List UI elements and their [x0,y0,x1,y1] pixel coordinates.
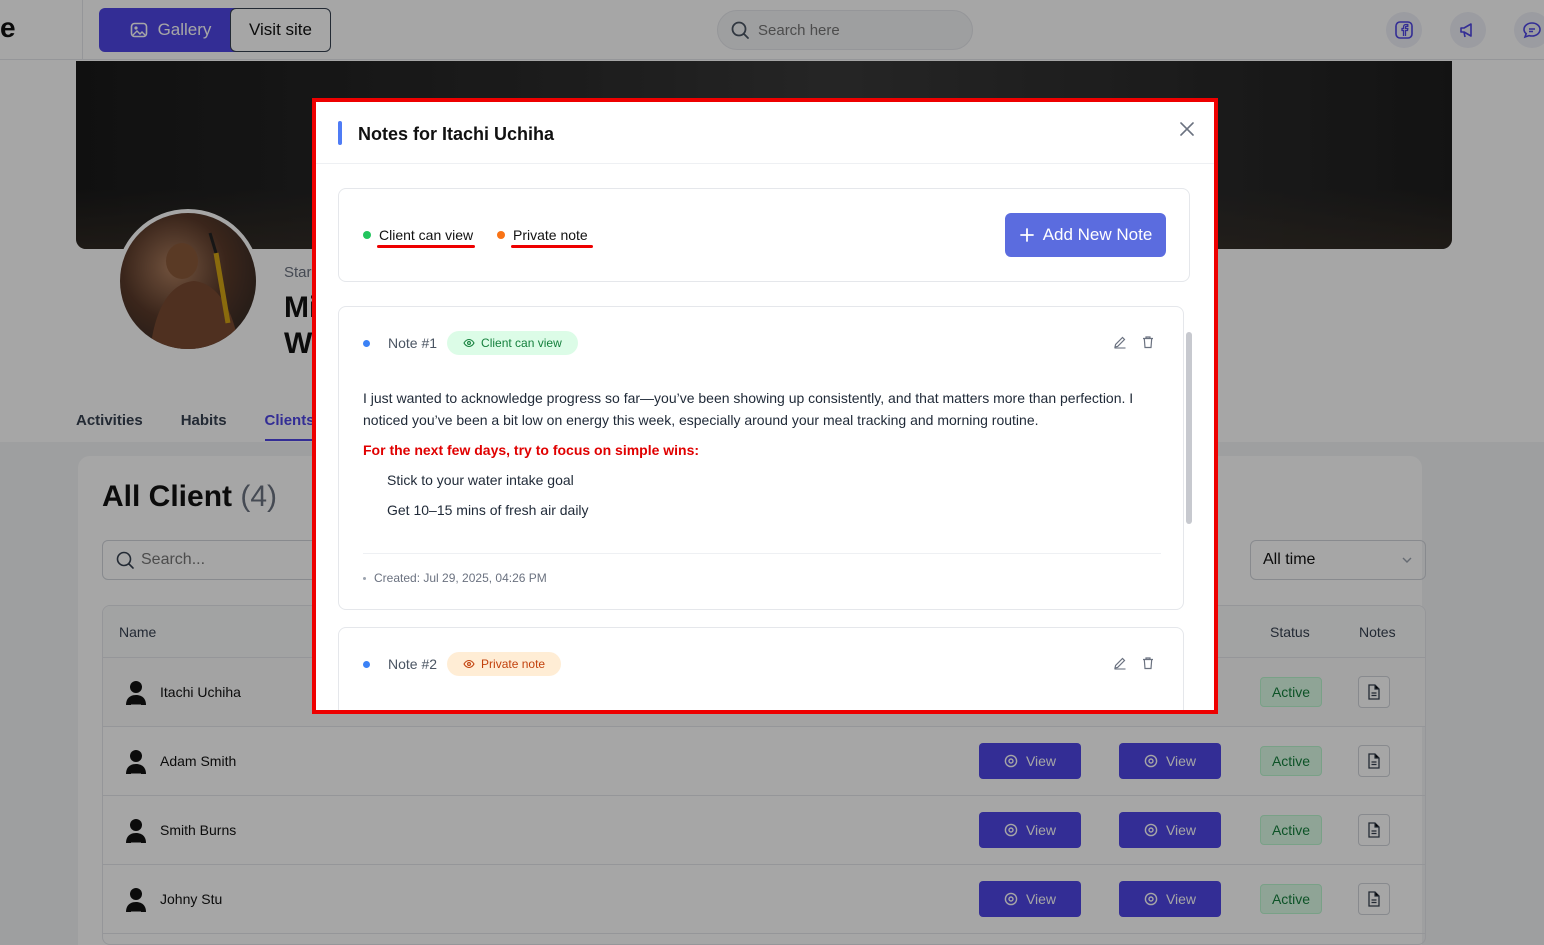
note-created-text: Created: Jul 29, 2025, 04:26 PM [374,571,547,585]
title-accent-bar [338,121,342,145]
eye-icon [463,659,475,669]
add-new-note-button[interactable]: Add New Note [1005,213,1166,257]
eye-icon [463,338,475,348]
close-icon [1180,122,1194,136]
close-button[interactable] [1176,118,1198,140]
notes-modal: Notes for Itachi Uchiha Client can view … [312,98,1218,714]
note-divider [363,553,1161,554]
note-focus-heading: For the next few days, try to focus on s… [363,442,700,458]
note-label: Note #1 [388,335,438,351]
visibility-badge: Private note [447,652,562,676]
visibility-badge: Client can view [447,331,578,355]
trash-icon[interactable] [1141,335,1155,349]
edit-icon[interactable] [1113,335,1127,349]
legend-private: Private note [497,227,588,243]
blue-dot-icon [363,339,370,347]
trash-icon[interactable] [1141,656,1155,670]
modal-title: Notes for Itachi Uchiha [358,124,555,144]
note-created: Created: Jul 29, 2025, 04:26 PM [363,571,547,585]
legend-client-view-label: Client can view [379,227,474,243]
legend-private-label: Private note [513,227,588,243]
note-card: Note #1 Client can view I just wanted to… [338,306,1184,610]
visibility-legend: Client can view Private note Add New Not… [338,188,1190,282]
note-list-item: Get 10–15 mins of fresh air daily [387,502,589,518]
note-list-item: Stick to your water intake goal [387,472,574,488]
highlight-underline [377,245,475,248]
note-header: Note #1 Client can view [363,331,578,355]
orange-dot-icon [497,231,505,239]
note-body: I just wanted to acknowledge progress so… [363,390,1134,428]
note-label: Note #2 [388,656,438,672]
note-actions [1113,335,1155,349]
highlight-underline [511,245,593,248]
legend-client-view: Client can view [363,227,473,243]
note-card: Note #2 Private note [338,627,1184,710]
edit-icon[interactable] [1113,656,1127,670]
plus-icon [1019,228,1034,242]
add-new-note-label: Add New Note [1042,225,1153,244]
notes-scrollbar[interactable] [1186,332,1192,524]
visibility-badge-label: Client can view [481,336,562,350]
note-actions [1113,656,1155,670]
modal-header: Notes for Itachi Uchiha [316,102,1214,164]
blue-dot-icon [363,660,370,668]
visibility-badge-label: Private note [481,657,546,671]
notes-list[interactable]: Note #1 Client can view I just wanted to… [338,306,1190,710]
note-header: Note #2 Private note [363,652,562,676]
bullet-icon [363,576,366,580]
green-dot-icon [363,231,371,239]
